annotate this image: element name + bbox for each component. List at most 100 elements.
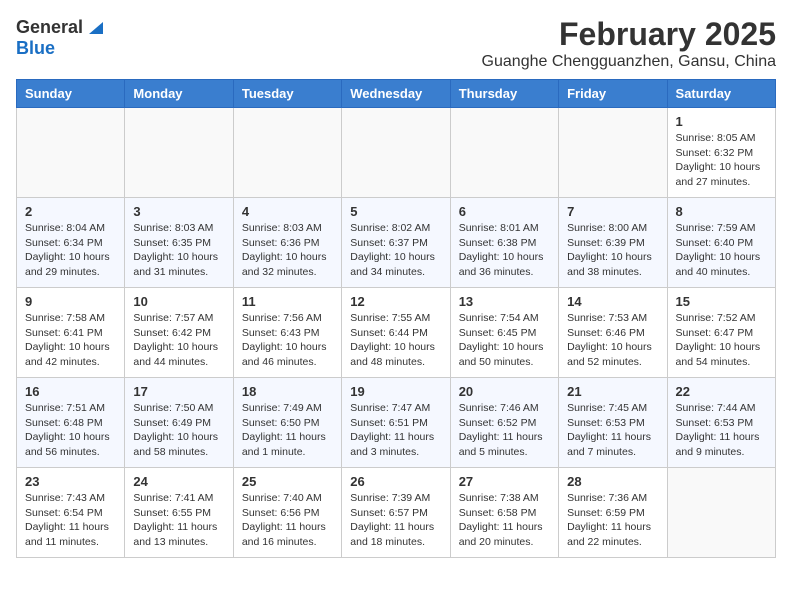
logo-general-text: General (16, 18, 83, 38)
day-cell: 10 Sunrise: 7:57 AM Sunset: 6:42 PM Dayli… (125, 288, 233, 378)
day-number: 14 (567, 294, 658, 309)
day-info: Sunrise: 7:50 AM Sunset: 6:49 PM Dayligh… (133, 401, 224, 460)
day-info: Sunrise: 7:40 AM Sunset: 6:56 PM Dayligh… (242, 491, 333, 550)
day-cell: 11 Sunrise: 7:56 AM Sunset: 6:43 PM Dayli… (233, 288, 341, 378)
header: General Blue February 2025 Guanghe Cheng… (16, 16, 776, 71)
day-info: Sunrise: 7:54 AM Sunset: 6:45 PM Dayligh… (459, 311, 550, 370)
day-number: 21 (567, 384, 658, 399)
day-info: Sunrise: 8:03 AM Sunset: 6:36 PM Dayligh… (242, 221, 333, 280)
day-cell: 19 Sunrise: 7:47 AM Sunset: 6:51 PM Dayli… (342, 378, 450, 468)
day-cell: 28 Sunrise: 7:36 AM Sunset: 6:59 PM Dayli… (559, 468, 667, 558)
day-cell: 2 Sunrise: 8:04 AM Sunset: 6:34 PM Daylig… (17, 198, 125, 288)
day-number: 8 (676, 204, 767, 219)
day-info: Sunrise: 7:51 AM Sunset: 6:48 PM Dayligh… (25, 401, 116, 460)
header-cell-tuesday: Tuesday (233, 80, 341, 108)
day-cell: 7 Sunrise: 8:00 AM Sunset: 6:39 PM Daylig… (559, 198, 667, 288)
week-row-2: 2 Sunrise: 8:04 AM Sunset: 6:34 PM Daylig… (17, 198, 776, 288)
day-cell: 5 Sunrise: 8:02 AM Sunset: 6:37 PM Daylig… (342, 198, 450, 288)
day-info: Sunrise: 7:38 AM Sunset: 6:58 PM Dayligh… (459, 491, 550, 550)
week-row-3: 9 Sunrise: 7:58 AM Sunset: 6:41 PM Daylig… (17, 288, 776, 378)
day-info: Sunrise: 8:05 AM Sunset: 6:32 PM Dayligh… (676, 131, 767, 190)
day-cell: 16 Sunrise: 7:51 AM Sunset: 6:48 PM Dayli… (17, 378, 125, 468)
day-info: Sunrise: 8:00 AM Sunset: 6:39 PM Dayligh… (567, 221, 658, 280)
day-number: 16 (25, 384, 116, 399)
day-info: Sunrise: 7:47 AM Sunset: 6:51 PM Dayligh… (350, 401, 441, 460)
day-cell: 23 Sunrise: 7:43 AM Sunset: 6:54 PM Dayli… (17, 468, 125, 558)
day-number: 1 (676, 114, 767, 129)
day-cell (233, 108, 341, 198)
day-info: Sunrise: 7:36 AM Sunset: 6:59 PM Dayligh… (567, 491, 658, 550)
day-cell: 25 Sunrise: 7:40 AM Sunset: 6:56 PM Dayli… (233, 468, 341, 558)
day-info: Sunrise: 7:45 AM Sunset: 6:53 PM Dayligh… (567, 401, 658, 460)
day-cell: 6 Sunrise: 8:01 AM Sunset: 6:38 PM Daylig… (450, 198, 558, 288)
day-info: Sunrise: 7:59 AM Sunset: 6:40 PM Dayligh… (676, 221, 767, 280)
day-cell: 8 Sunrise: 7:59 AM Sunset: 6:40 PM Daylig… (667, 198, 775, 288)
logo-icon (85, 16, 103, 34)
day-cell: 24 Sunrise: 7:41 AM Sunset: 6:55 PM Dayli… (125, 468, 233, 558)
header-cell-monday: Monday (125, 80, 233, 108)
day-number: 2 (25, 204, 116, 219)
calendar-header: SundayMondayTuesdayWednesdayThursdayFrid… (17, 80, 776, 108)
day-info: Sunrise: 7:53 AM Sunset: 6:46 PM Dayligh… (567, 311, 658, 370)
page-title: February 2025 (482, 16, 776, 53)
logo-blue-text: Blue (16, 38, 55, 58)
day-number: 27 (459, 474, 550, 489)
day-cell (342, 108, 450, 198)
calendar-body: 1 Sunrise: 8:05 AM Sunset: 6:32 PM Daylig… (17, 108, 776, 558)
week-row-1: 1 Sunrise: 8:05 AM Sunset: 6:32 PM Daylig… (17, 108, 776, 198)
day-cell (559, 108, 667, 198)
day-number: 5 (350, 204, 441, 219)
week-row-5: 23 Sunrise: 7:43 AM Sunset: 6:54 PM Dayli… (17, 468, 776, 558)
header-cell-wednesday: Wednesday (342, 80, 450, 108)
day-number: 13 (459, 294, 550, 309)
day-number: 24 (133, 474, 224, 489)
day-info: Sunrise: 7:39 AM Sunset: 6:57 PM Dayligh… (350, 491, 441, 550)
day-number: 17 (133, 384, 224, 399)
week-row-4: 16 Sunrise: 7:51 AM Sunset: 6:48 PM Dayli… (17, 378, 776, 468)
day-info: Sunrise: 7:55 AM Sunset: 6:44 PM Dayligh… (350, 311, 441, 370)
day-number: 25 (242, 474, 333, 489)
day-number: 10 (133, 294, 224, 309)
day-number: 23 (25, 474, 116, 489)
day-cell: 26Sunrise: 7:39 AM Sunset: 6:57 PM Dayli… (342, 468, 450, 558)
day-cell: 20Sunrise: 7:46 AM Sunset: 6:52 PM Dayli… (450, 378, 558, 468)
day-number: 28 (567, 474, 658, 489)
day-cell: 1 Sunrise: 8:05 AM Sunset: 6:32 PM Daylig… (667, 108, 775, 198)
day-cell (17, 108, 125, 198)
day-info: Sunrise: 7:44 AM Sunset: 6:53 PM Dayligh… (676, 401, 767, 460)
day-info: Sunrise: 8:03 AM Sunset: 6:35 PM Dayligh… (133, 221, 224, 280)
day-info: Sunrise: 8:04 AM Sunset: 6:34 PM Dayligh… (25, 221, 116, 280)
day-number: 6 (459, 204, 550, 219)
day-info: Sunrise: 7:49 AM Sunset: 6:50 PM Dayligh… (242, 401, 333, 460)
day-cell: 18 Sunrise: 7:49 AM Sunset: 6:50 PM Dayli… (233, 378, 341, 468)
day-cell (667, 468, 775, 558)
calendar-table: SundayMondayTuesdayWednesdayThursdayFrid… (16, 79, 776, 558)
day-number: 12 (350, 294, 441, 309)
day-number: 19 (350, 384, 441, 399)
day-info: Sunrise: 7:52 AM Sunset: 6:47 PM Dayligh… (676, 311, 767, 370)
day-number: 18 (242, 384, 333, 399)
header-cell-sunday: Sunday (17, 80, 125, 108)
day-number: 7 (567, 204, 658, 219)
day-cell: 12 Sunrise: 7:55 AM Sunset: 6:44 PM Dayli… (342, 288, 450, 378)
day-info: Sunrise: 7:57 AM Sunset: 6:42 PM Dayligh… (133, 311, 224, 370)
day-info: Sunrise: 7:41 AM Sunset: 6:55 PM Dayligh… (133, 491, 224, 550)
header-cell-saturday: Saturday (667, 80, 775, 108)
day-number: 11 (242, 294, 333, 309)
day-cell: 9 Sunrise: 7:58 AM Sunset: 6:41 PM Daylig… (17, 288, 125, 378)
header-row: SundayMondayTuesdayWednesdayThursdayFrid… (17, 80, 776, 108)
day-info: Sunrise: 8:02 AM Sunset: 6:37 PM Dayligh… (350, 221, 441, 280)
day-cell: 3 Sunrise: 8:03 AM Sunset: 6:35 PM Daylig… (125, 198, 233, 288)
title-area: February 2025 Guanghe Chengguanzhen, Gan… (482, 16, 776, 71)
day-info: Sunrise: 7:56 AM Sunset: 6:43 PM Dayligh… (242, 311, 333, 370)
day-number: 4 (242, 204, 333, 219)
day-number: 3 (133, 204, 224, 219)
day-number: 9 (25, 294, 116, 309)
day-cell: 17 Sunrise: 7:50 AM Sunset: 6:49 PM Dayli… (125, 378, 233, 468)
day-info: Sunrise: 7:58 AM Sunset: 6:41 PM Dayligh… (25, 311, 116, 370)
day-cell: 14 Sunrise: 7:53 AM Sunset: 6:46 PM Dayli… (559, 288, 667, 378)
day-info: Sunrise: 8:01 AM Sunset: 6:38 PM Dayligh… (459, 221, 550, 280)
day-info: Sunrise: 7:43 AM Sunset: 6:54 PM Dayligh… (25, 491, 116, 550)
logo: General Blue (16, 16, 103, 59)
page-subtitle: Guanghe Chengguanzhen, Gansu, China (482, 53, 776, 71)
